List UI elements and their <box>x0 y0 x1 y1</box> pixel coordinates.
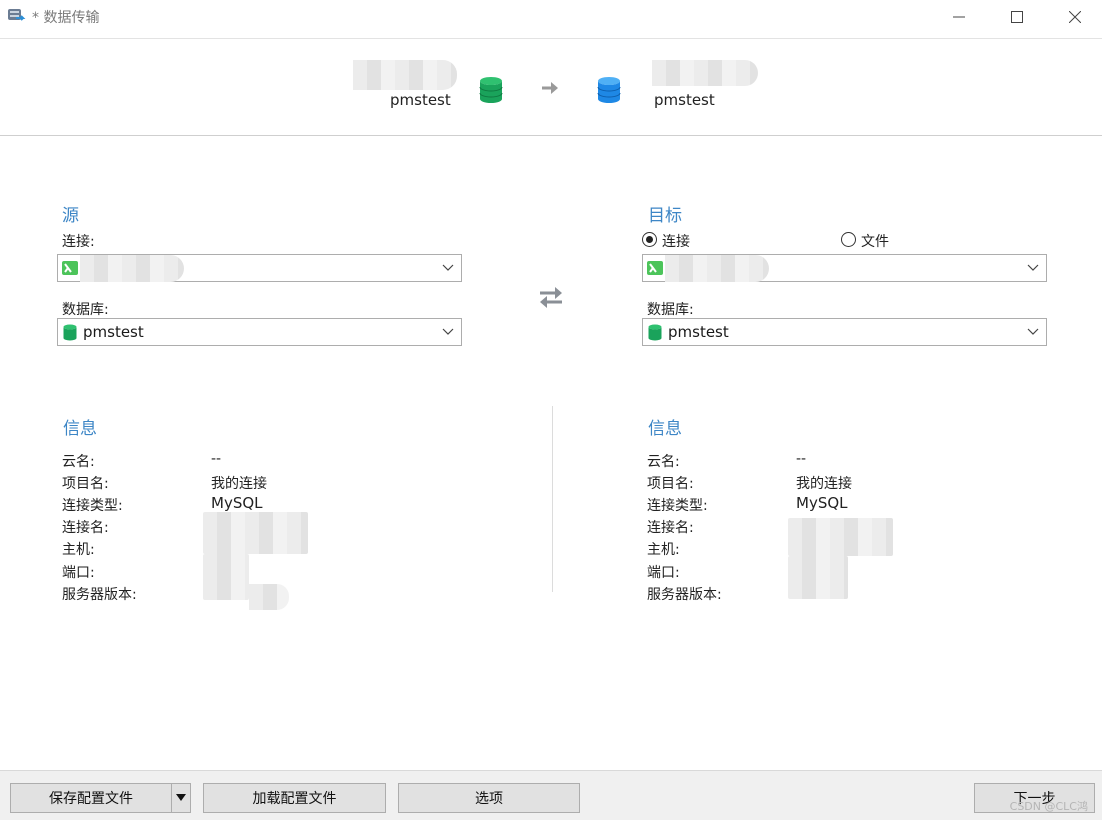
source-connection-name-redacted <box>80 255 184 282</box>
info-label: 连接类型: <box>647 498 708 514</box>
maximize-icon <box>1011 10 1023 23</box>
info-label: 项目名: <box>62 476 109 492</box>
database-icon <box>648 324 662 341</box>
banner-source-db-name: pmstest <box>390 91 451 109</box>
target-connection-select[interactable] <box>642 254 1047 282</box>
info-label: 端口: <box>62 565 95 581</box>
banner-target-db-name: pmstest <box>654 91 715 109</box>
close-button[interactable] <box>1046 0 1102 33</box>
data-transfer-app-icon <box>8 9 26 21</box>
target-info-title: 信息 <box>648 419 682 439</box>
load-profile-button[interactable]: 加载配置文件 <box>203 783 386 813</box>
target-section-title: 目标 <box>648 206 682 226</box>
source-section-title: 源 <box>62 206 79 226</box>
info-label: 连接类型: <box>62 498 123 514</box>
target-database-select[interactable]: pmstest <box>642 318 1047 346</box>
close-icon <box>1069 10 1081 23</box>
target-connection-name-redacted <box>665 255 769 282</box>
source-database-value: pmstest <box>83 323 144 341</box>
info-value: MySQL <box>796 494 848 512</box>
source-host-redacted <box>203 512 308 554</box>
chevron-down-icon <box>1027 264 1039 271</box>
source-connection-select[interactable] <box>57 254 462 282</box>
minimize-icon <box>953 16 965 17</box>
source-database-icon <box>479 77 503 103</box>
target-port-redacted <box>788 556 848 599</box>
target-connection-redacted <box>652 60 758 86</box>
info-value: -- <box>211 451 222 467</box>
info-value: MySQL <box>211 494 263 512</box>
info-label: 端口: <box>647 565 680 581</box>
footer-toolbar: 保存配置文件 加载配置文件 选项 下一步 CSDN @CLC鸿 <box>0 770 1102 820</box>
chevron-down-icon <box>1027 328 1039 335</box>
transfer-arrow-icon <box>542 82 558 94</box>
source-connection-redacted <box>353 60 457 90</box>
maximize-button[interactable] <box>988 0 1046 33</box>
target-database-label: 数据库: <box>647 302 694 318</box>
minimize-button[interactable] <box>930 0 988 33</box>
source-version-redacted <box>249 584 289 610</box>
info-label: 项目名: <box>647 476 694 492</box>
info-value: 我的连接 <box>211 476 267 492</box>
info-label: 连接名: <box>647 520 694 536</box>
options-button[interactable]: 选项 <box>398 783 580 813</box>
source-database-select[interactable]: pmstest <box>57 318 462 346</box>
info-label: 服务器版本: <box>62 587 137 603</box>
mysql-connection-icon <box>62 261 78 275</box>
target-file-radio[interactable] <box>841 232 856 247</box>
target-database-icon <box>597 77 621 103</box>
target-file-radio-label[interactable]: 文件 <box>861 231 889 251</box>
chevron-down-icon <box>442 328 454 335</box>
source-connection-label: 连接: <box>62 234 95 250</box>
info-label: 云名: <box>62 454 95 470</box>
target-database-value: pmstest <box>668 323 729 341</box>
save-profile-dropdown-button[interactable] <box>171 783 191 813</box>
save-profile-button[interactable]: 保存配置文件 <box>10 783 172 813</box>
source-port-redacted <box>203 554 249 600</box>
info-divider <box>552 406 553 592</box>
info-label: 服务器版本: <box>647 587 722 603</box>
mysql-connection-icon <box>647 261 663 275</box>
info-label: 云名: <box>647 454 680 470</box>
info-value: -- <box>796 451 807 467</box>
chevron-down-icon <box>442 264 454 271</box>
transfer-overview-banner: pmstest pmstest <box>0 38 1102 136</box>
database-icon <box>63 324 77 341</box>
info-value: 我的连接 <box>796 476 852 492</box>
caret-down-icon <box>176 794 186 801</box>
watermark: CSDN @CLC鸿 <box>1009 800 1088 813</box>
target-connection-radio[interactable] <box>642 232 657 247</box>
info-label: 主机: <box>62 542 95 558</box>
title-bar: * 数据传输 <box>0 0 1102 33</box>
info-label: 主机: <box>647 542 680 558</box>
source-info-title: 信息 <box>63 419 97 439</box>
info-label: 连接名: <box>62 520 109 536</box>
target-connection-radio-label[interactable]: 连接 <box>662 231 690 251</box>
window-title: * 数据传输 <box>32 10 100 26</box>
swap-direction-icon[interactable] <box>537 284 565 310</box>
source-database-label: 数据库: <box>62 302 109 318</box>
target-host-redacted <box>788 518 893 556</box>
